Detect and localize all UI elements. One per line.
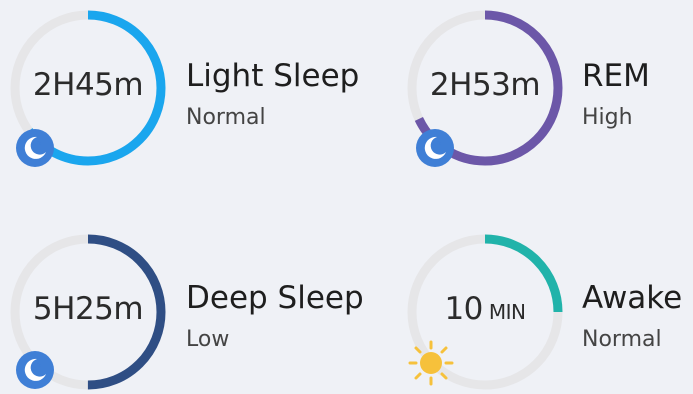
deep-sleep-card[interactable]: 5H25m Deep Sleep Low z z bbox=[0, 222, 364, 392]
moon-zz-icon: z z bbox=[16, 351, 54, 389]
rem-status: High bbox=[582, 105, 633, 130]
rem-title: REM bbox=[582, 58, 650, 94]
moon-zz-icon: z z bbox=[416, 129, 454, 167]
svg-text:z: z bbox=[437, 139, 441, 147]
light-sleep-title: Light Sleep bbox=[186, 58, 360, 94]
deep-sleep-status: Low bbox=[186, 327, 230, 352]
light-sleep-card[interactable]: 2H45m Light Sleep Normal z z bbox=[0, 0, 359, 170]
moon-zz-icon: z z bbox=[16, 129, 54, 167]
awake-card[interactable]: 10 MIN Awake Normal bbox=[397, 222, 693, 392]
light-sleep-duration-text: 2H45m bbox=[32, 67, 144, 103]
svg-text:z: z bbox=[37, 361, 41, 369]
light-sleep-status: Normal bbox=[186, 105, 266, 130]
rem-card[interactable]: 2H53m REM High z z bbox=[397, 0, 693, 170]
deep-sleep-title: Deep Sleep bbox=[186, 280, 364, 316]
deep-sleep-duration-text: 5H25m bbox=[32, 291, 144, 327]
awake-title: Awake bbox=[582, 280, 683, 316]
rem-duration-text: 2H53m bbox=[429, 67, 541, 103]
awake-duration-number: 10 bbox=[444, 291, 483, 327]
awake-status: Normal bbox=[582, 327, 662, 352]
awake-duration-unit: MIN bbox=[488, 300, 526, 324]
svg-text:z: z bbox=[37, 139, 41, 147]
sun-icon bbox=[408, 340, 454, 386]
